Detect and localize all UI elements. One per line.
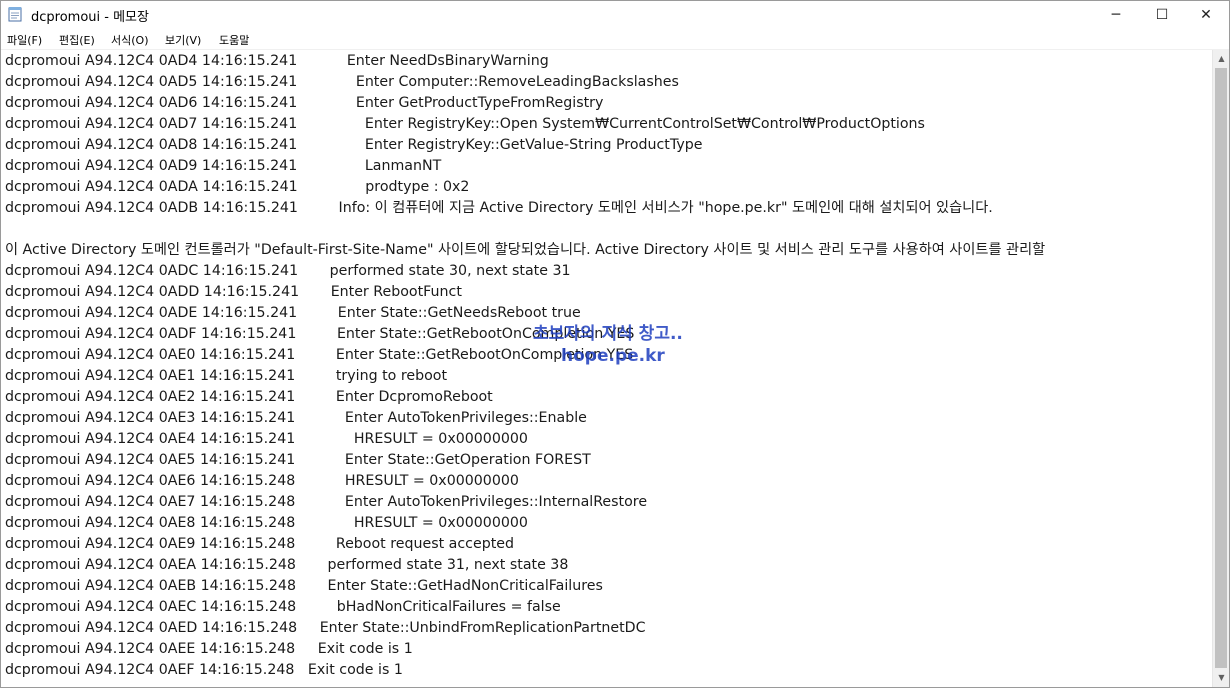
log-line: dcpromoui A94.12C4 0AD9 14:16:15.241 Lan… — [5, 158, 442, 174]
scroll-up-arrow-icon[interactable]: ▲ — [1213, 50, 1229, 67]
maximize-button[interactable]: ☐ — [1139, 1, 1185, 29]
minimize-icon: ─ — [1111, 7, 1121, 23]
scroll-down-arrow-icon[interactable]: ▼ — [1213, 669, 1229, 686]
menu-bar: 파일(F) 편집(E) 서식(O) 보기(V) 도움말 — [1, 29, 1229, 50]
text-editor[interactable]: dcpromoui A94.12C4 0AD4 14:16:15.241 Ent… — [1, 50, 1212, 687]
log-line: dcpromoui A94.12C4 0AD8 14:16:15.241 Ent… — [5, 137, 703, 153]
log-line: dcpromoui A94.12C4 0AE7 14:16:15.248 Ent… — [5, 494, 648, 510]
log-line: dcpromoui A94.12C4 0AEE 14:16:15.248 Exi… — [5, 641, 413, 657]
log-line: dcpromoui A94.12C4 0AE0 14:16:15.241 Ent… — [5, 347, 634, 363]
log-line: dcpromoui A94.12C4 0AE9 14:16:15.248 Reb… — [5, 536, 515, 552]
log-line: dcpromoui A94.12C4 0AD6 14:16:15.241 Ent… — [5, 95, 604, 111]
log-line: dcpromoui A94.12C4 0AE4 14:16:15.241 HRE… — [5, 431, 528, 447]
log-line: dcpromoui A94.12C4 0AE3 14:16:15.241 Ent… — [5, 410, 587, 426]
watermark-url: hope.pe.kr — [561, 346, 665, 366]
watermark-text: 초보자의 지식 창고.. — [533, 324, 683, 344]
vertical-scrollbar[interactable]: ▲ ▼ — [1212, 50, 1229, 687]
menu-help[interactable]: 도움말 — [219, 32, 249, 48]
log-line: dcpromoui A94.12C4 0ADD 14:16:15.241 Ent… — [5, 284, 462, 300]
log-line: dcpromoui A94.12C4 0ADA 14:16:15.241 pro… — [5, 179, 470, 195]
title-bar[interactable]: dcpromoui - 메모장 ─ ☐ ✕ — [1, 1, 1229, 29]
log-line: dcpromoui A94.12C4 0AED 14:16:15.248 Ent… — [5, 620, 646, 636]
log-line: 이 Active Directory 도메인 컨트롤러가 "Default-Fi… — [5, 242, 1046, 258]
log-line: dcpromoui A94.12C4 0AEF 14:16:15.248 Exi… — [5, 662, 403, 678]
menu-format[interactable]: 서식(O) — [111, 32, 148, 48]
log-line: dcpromoui A94.12C4 0AE1 14:16:15.241 try… — [5, 368, 448, 384]
maximize-icon: ☐ — [1155, 7, 1169, 23]
log-line: dcpromoui A94.12C4 0ADE 14:16:15.241 Ent… — [5, 305, 581, 321]
close-button[interactable]: ✕ — [1183, 1, 1229, 29]
menu-file[interactable]: 파일(F) — [7, 32, 42, 48]
close-icon: ✕ — [1200, 7, 1212, 23]
log-line: dcpromoui A94.12C4 0AE6 14:16:15.248 HRE… — [5, 473, 519, 489]
log-line: dcpromoui A94.12C4 0AEB 14:16:15.248 Ent… — [5, 578, 603, 594]
log-line: dcpromoui A94.12C4 0AEC 14:16:15.248 bHa… — [5, 599, 561, 615]
log-line: dcpromoui A94.12C4 0AD4 14:16:15.241 Ent… — [5, 53, 549, 69]
log-line: dcpromoui A94.12C4 0AE5 14:16:15.241 Ent… — [5, 452, 591, 468]
log-line: dcpromoui A94.12C4 0AE8 14:16:15.248 HRE… — [5, 515, 528, 531]
log-line: dcpromoui A94.12C4 0ADC 14:16:15.241 per… — [5, 263, 571, 279]
minimize-button[interactable]: ─ — [1093, 1, 1139, 29]
log-line: dcpromoui A94.12C4 0AEA 14:16:15.248 per… — [5, 557, 569, 573]
menu-view[interactable]: 보기(V) — [165, 32, 201, 48]
log-line: dcpromoui A94.12C4 0AE2 14:16:15.241 Ent… — [5, 389, 493, 405]
scroll-thumb[interactable] — [1215, 68, 1227, 668]
log-line: dcpromoui A94.12C4 0AD7 14:16:15.241 Ent… — [5, 116, 925, 132]
window-title: dcpromoui - 메모장 — [31, 10, 149, 25]
log-line: dcpromoui A94.12C4 0AD5 14:16:15.241 Ent… — [5, 74, 679, 90]
menu-edit[interactable]: 편집(E) — [59, 32, 95, 48]
notepad-icon — [8, 7, 22, 22]
log-line: dcpromoui A94.12C4 0ADB 14:16:15.241 Inf… — [5, 200, 993, 216]
notepad-window: dcpromoui - 메모장 ─ ☐ ✕ 파일(F) 편집(E) 서식(O) … — [0, 0, 1230, 688]
